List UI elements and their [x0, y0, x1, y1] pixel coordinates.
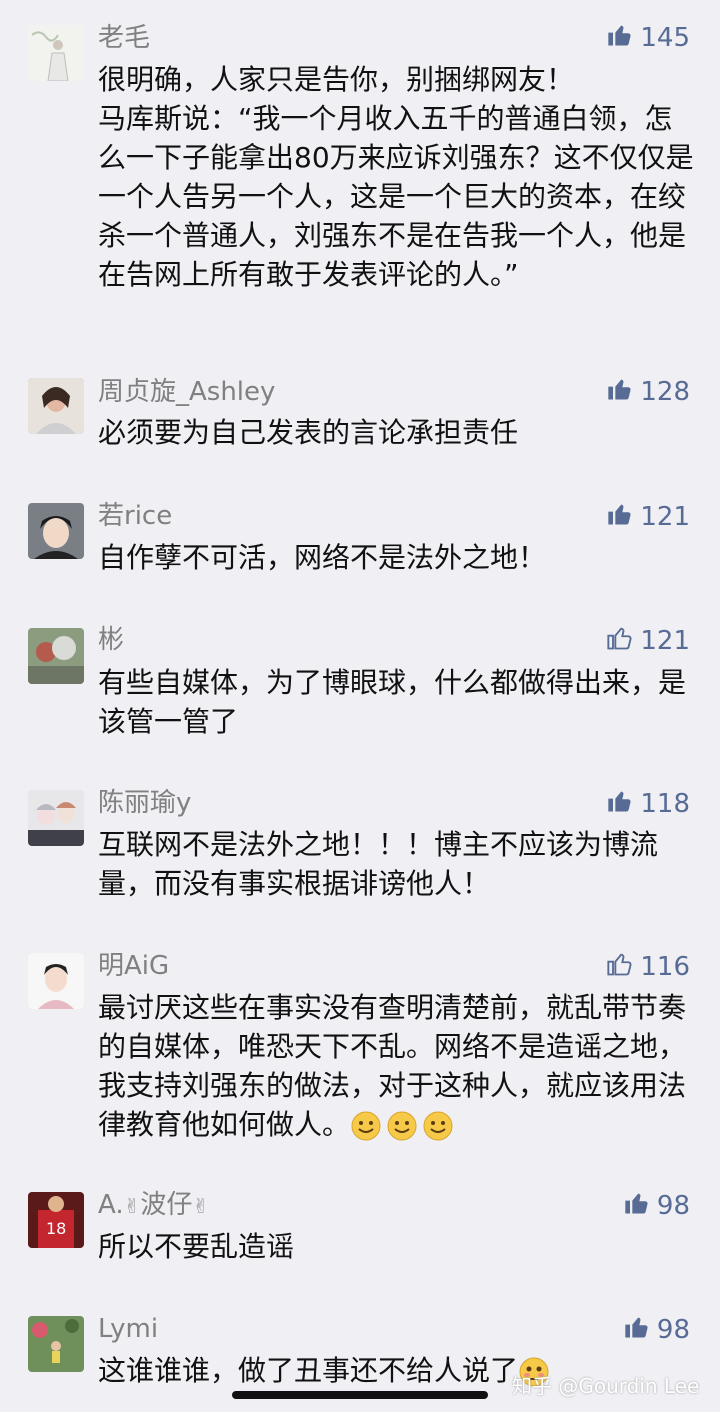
avatar[interactable] [28, 378, 84, 434]
comment-author[interactable]: 陈丽瑜y [98, 787, 191, 819]
plant-emoji-icon: ✌ [123, 1194, 141, 1218]
like-count: 98 [656, 1191, 690, 1221]
svg-text:18: 18 [46, 1219, 66, 1238]
like-count: 128 [640, 377, 690, 407]
like-button[interactable]: 116 [606, 950, 690, 984]
like-button[interactable]: 121 [606, 624, 690, 658]
watermark: 知乎 @Gourdin Lee [512, 1374, 700, 1398]
comment-author-name: A. [98, 1190, 124, 1220]
thumbs-up-icon [623, 1189, 657, 1224]
avatar[interactable] [28, 953, 84, 1009]
smile-emoji-icon [386, 1110, 418, 1142]
comment-author[interactable]: 周贞旋_Ashley [98, 376, 275, 408]
like-button[interactable]: 128 [606, 375, 690, 409]
comment-text: 很明确，人家只是告你，别捆绑网友！ 马库斯说：“我一个月收入五千的普通白领，怎么… [98, 63, 694, 291]
like-button[interactable]: 98 [623, 1313, 690, 1347]
comment-author[interactable]: 明AiG [98, 950, 169, 982]
thumbs-up-icon [623, 1313, 657, 1348]
smile-emoji-icon [350, 1110, 382, 1142]
home-indicator[interactable] [232, 1391, 488, 1399]
like-button[interactable]: 98 [623, 1189, 690, 1223]
comment-text: 所以不要乱造谣 [98, 1230, 295, 1263]
avatar[interactable] [28, 1316, 84, 1372]
avatar[interactable] [28, 25, 84, 81]
comment-author[interactable]: A.✌波仔✌ [98, 1189, 209, 1222]
avatar[interactable] [28, 628, 84, 684]
plant-emoji-icon: ✌ [192, 1194, 210, 1218]
like-button[interactable]: 121 [606, 500, 690, 534]
comment-author[interactable]: 老毛 [98, 22, 150, 54]
smile-emoji-icon [422, 1110, 454, 1142]
thumbs-up-outline-icon [606, 950, 640, 985]
thumbs-up-outline-icon [606, 624, 640, 659]
like-count: 121 [640, 626, 690, 656]
like-button[interactable]: 118 [606, 787, 690, 821]
thumbs-up-icon [606, 500, 640, 535]
comment-author[interactable]: Lymi [98, 1313, 158, 1345]
comment-text: 互联网不是法外之地！！！博主不应该为博流量，而没有事实根据诽谤他人！ [98, 828, 659, 900]
like-count: 116 [640, 952, 690, 982]
avatar[interactable] [28, 790, 84, 846]
comment-author[interactable]: 若rice [98, 500, 172, 532]
comment-author[interactable]: 彬 [98, 624, 124, 656]
comment-author-suffix: 波仔 [140, 1190, 193, 1220]
like-count: 121 [640, 502, 690, 532]
comment-text: 必须要为自己发表的言论承担责任 [98, 416, 519, 449]
like-count: 98 [656, 1315, 690, 1345]
thumbs-up-icon [606, 787, 640, 822]
thumbs-up-icon [606, 375, 640, 410]
comment-text: 有些自媒体，为了博眼球，什么都做得出来，是该管一管了 [98, 666, 687, 738]
comment-text: 最讨厌这些在事实没有查明清楚前，就乱带节奏的自媒体，唯恐天下不乱。网络不是造谣之… [98, 988, 698, 1144]
like-count: 145 [640, 23, 690, 53]
like-button[interactable]: 145 [606, 21, 690, 55]
thumbs-up-icon [606, 21, 640, 56]
comment-text-body: 这谁谁谁，做了丑事还不给人说了 [98, 1354, 519, 1387]
avatar[interactable]: 18 [28, 1192, 84, 1248]
avatar[interactable] [28, 503, 84, 559]
comment-text: 自作孽不可活，网络不是法外之地！ [98, 541, 547, 574]
like-count: 118 [640, 789, 690, 819]
